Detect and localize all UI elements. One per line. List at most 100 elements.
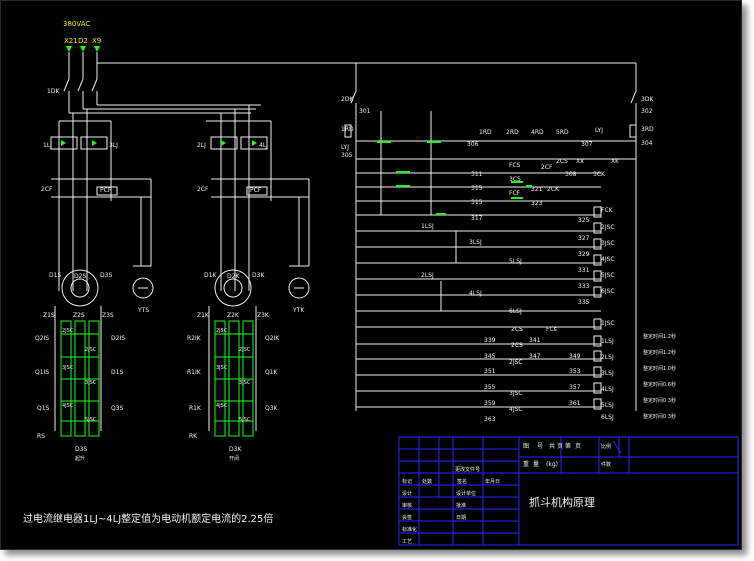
delay-2: 整定时间1.2秒 <box>643 349 676 356</box>
delay-6: 整定时间0.3秒 <box>643 413 676 420</box>
delay-3: 整定时间1.0秒 <box>643 365 676 372</box>
tb-name-date: 日期 <box>456 515 466 521</box>
mid-motor: D2K <box>227 273 240 280</box>
tb-ye1: 页 <box>557 443 563 450</box>
fuse-1rd: 1RD <box>479 129 492 136</box>
lower-2cs: 2CS <box>511 326 523 333</box>
lower-third-349: 349 <box>569 353 581 360</box>
ctrl-fck: FCK <box>601 207 614 214</box>
left-contactor: 2CF <box>41 186 53 193</box>
tb-liang: 量 <box>533 461 539 468</box>
left-step-right-1: 2JSC <box>85 347 97 353</box>
left-bottom-sub: 起升 <box>75 455 85 462</box>
mid-step-2: 3JSC <box>216 365 228 371</box>
supply-arrows <box>66 46 100 52</box>
mid-step-right-3: 5JSC <box>239 417 251 423</box>
mid-res-3: R1K <box>189 405 202 412</box>
lower-num-339: 339 <box>484 337 496 344</box>
left-term-2: Z2S <box>73 312 85 319</box>
phase-label-1: X21 <box>64 37 78 45</box>
tb-gong: 共 <box>549 442 555 450</box>
mid-motor-term-1: D1K <box>204 272 217 279</box>
relay-5lsj: 5LSJ <box>509 258 522 265</box>
mid-res-right-2: Q1K <box>265 369 279 376</box>
tb-di: 第 <box>565 442 571 450</box>
mid-step-1: 2JSC <box>216 328 228 334</box>
ctrl-xx: Xx <box>576 158 584 165</box>
mid-bottom-label: D3K <box>229 446 242 453</box>
mid-res-right-1: Q2IK <box>265 335 280 342</box>
node-302: 302 <box>641 108 653 115</box>
lower-coil-6lsj: 6LSJ <box>601 414 614 421</box>
coil-4jsc: 4JSC <box>601 256 615 263</box>
mid-step-right-1: 2JSC <box>239 347 251 353</box>
ctrl-2cs: 2CS <box>556 158 568 165</box>
lower-num-355: 355 <box>484 384 496 391</box>
mid-res-2: R1IK <box>187 369 202 376</box>
mid-res-4: RK <box>189 433 198 440</box>
fuse-2rd: 2RD <box>506 129 519 136</box>
node-305: 305 <box>341 152 353 159</box>
lower-4jsc: 4JSC <box>509 406 523 413</box>
breaker-3dk: 3DK <box>641 96 654 103</box>
left-step-3: 4JSC <box>62 403 74 409</box>
tb-row-shenhe: 审核 <box>402 502 412 509</box>
lower-coil-2lsj: 2LSJ <box>601 354 614 361</box>
coil-6jsc: 6JSC <box>601 288 615 295</box>
left-term-1: Z1S <box>43 312 55 319</box>
mid-motor-wiring <box>206 105 310 431</box>
left-res-right-1: D2IS <box>111 335 125 342</box>
coil-3jsc: 3JSC <box>601 240 615 247</box>
title-block-frame <box>398 436 739 546</box>
tb-ye2: 页 <box>575 443 581 450</box>
coil-num-329: 329 <box>578 251 590 258</box>
left-step-right-3: 5JSC <box>85 417 97 423</box>
mid-term-2: Z2K <box>227 312 240 319</box>
relay-3lsj: 3LSJ <box>469 239 482 246</box>
lower-coil-5lsj: 5LSJ <box>601 402 614 409</box>
left-motor-term-1: D1S <box>49 272 61 279</box>
tb-sub-change: 更改文件号 <box>455 466 480 473</box>
lower-fcs: FCs <box>546 326 557 333</box>
tb-name-approve: 批准 <box>456 502 466 509</box>
left-brake: YTS <box>137 307 149 314</box>
tb-hao: 号 <box>537 443 543 450</box>
row-315a: 315 <box>471 185 483 192</box>
mid-relay-2: 4LJ <box>259 142 268 149</box>
phase-label-3: X9 <box>92 37 101 45</box>
mid-bottom-sub: 开闭 <box>229 455 239 462</box>
mid-brake: YTK <box>292 307 305 314</box>
left-res-2: Q1IS <box>35 369 49 376</box>
fuse-4rd: 4RD <box>531 129 544 136</box>
main-bus <box>68 62 636 114</box>
fuse-5rd: 5RD <box>556 129 569 136</box>
left-motor-wiring <box>50 109 154 431</box>
left-contactor-2: PCF <box>100 187 112 194</box>
lower-num-363: 363 <box>484 416 496 423</box>
lower-mid-341: 341 <box>529 337 541 344</box>
ctrl-308: 308 <box>565 171 577 178</box>
coil-column <box>593 206 602 410</box>
mid-contactor-2: PCF <box>250 187 262 194</box>
mid-term-3: Z3K <box>257 312 270 319</box>
relay-6lsj: 6LSJ <box>509 308 522 315</box>
relay-2lsj: 2LSJ <box>421 272 434 279</box>
ctrl-xk: Xk <box>611 158 619 165</box>
lower-mid-353: 353 <box>569 368 581 375</box>
mid-res-right-3: Q3K <box>265 405 279 412</box>
lower-mid-347: 347 <box>529 353 541 360</box>
coil-num-327: 327 <box>578 235 590 242</box>
mid-term-1: Z1K <box>197 312 210 319</box>
lower-num-345: 345 <box>484 353 496 360</box>
left-step-1: 2JSC <box>62 328 74 334</box>
lower-num-359: 359 <box>484 400 496 407</box>
lower-mid-361: 361 <box>569 400 581 407</box>
left-motor: D2S <box>74 273 86 280</box>
mid-res-1: R2IK <box>187 335 202 342</box>
tb-name-unit: 设计单位 <box>456 490 476 497</box>
wire-306: 306 <box>467 141 479 148</box>
lower-3jsc: 3JSC <box>509 390 523 397</box>
mid-step-3: 4JSC <box>216 403 228 409</box>
node-lyj: LYJ <box>341 144 349 151</box>
left-res-right-3: Q3S <box>111 405 124 412</box>
